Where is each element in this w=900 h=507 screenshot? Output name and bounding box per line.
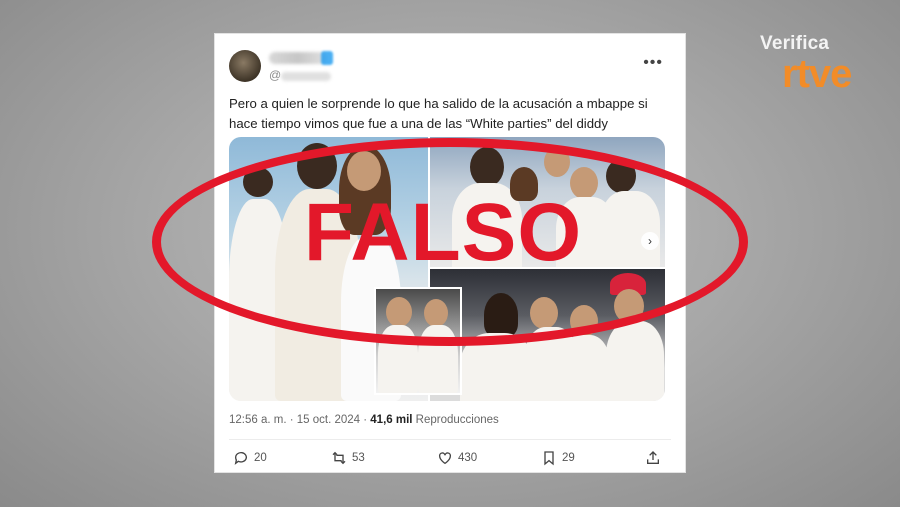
more-icon[interactable]: ••• xyxy=(643,54,663,72)
like-button[interactable]: 430 xyxy=(437,450,477,466)
bookmark-count: 29 xyxy=(562,452,575,464)
verified-badge-icon xyxy=(321,51,333,65)
like-icon xyxy=(439,452,451,465)
reply-count: 20 xyxy=(254,452,267,464)
falso-stamp-label: FALSO xyxy=(303,187,583,278)
bookmark-button[interactable]: 29 xyxy=(541,450,575,466)
bookmark-icon xyxy=(544,451,554,466)
views-label: Reproducciones xyxy=(412,414,499,426)
retweet-button[interactable]: 53 xyxy=(331,450,365,466)
reply-button[interactable]: 20 xyxy=(233,450,267,466)
tweet-header: @ ••• xyxy=(229,48,671,84)
views-count: 41,6 mil xyxy=(370,414,413,426)
avatar[interactable] xyxy=(229,50,261,82)
blurred-handle xyxy=(281,72,331,81)
share-button[interactable] xyxy=(645,450,661,466)
share-icon xyxy=(647,451,659,464)
retweet-count: 53 xyxy=(352,452,365,464)
timestamp[interactable]: 12:56 a. m. · 15 oct. 2024 · xyxy=(229,414,370,426)
brand-rtve-text: rtve xyxy=(782,52,852,96)
rtve-verifica-logo: Verifica rtve xyxy=(760,33,870,96)
retweet-icon xyxy=(332,451,346,465)
like-count: 430 xyxy=(458,452,478,464)
divider xyxy=(229,439,671,440)
action-bar: 20 53 430 29 xyxy=(233,450,667,468)
tweet-text: Pero a quien le sorprende lo que ha sali… xyxy=(229,96,648,131)
blurred-display-name xyxy=(269,52,327,64)
tweet-meta: 12:56 a. m. · 15 oct. 2024 · 41,6 mil Re… xyxy=(229,414,499,426)
reply-icon xyxy=(234,452,247,465)
handle-at: @ xyxy=(269,68,282,82)
